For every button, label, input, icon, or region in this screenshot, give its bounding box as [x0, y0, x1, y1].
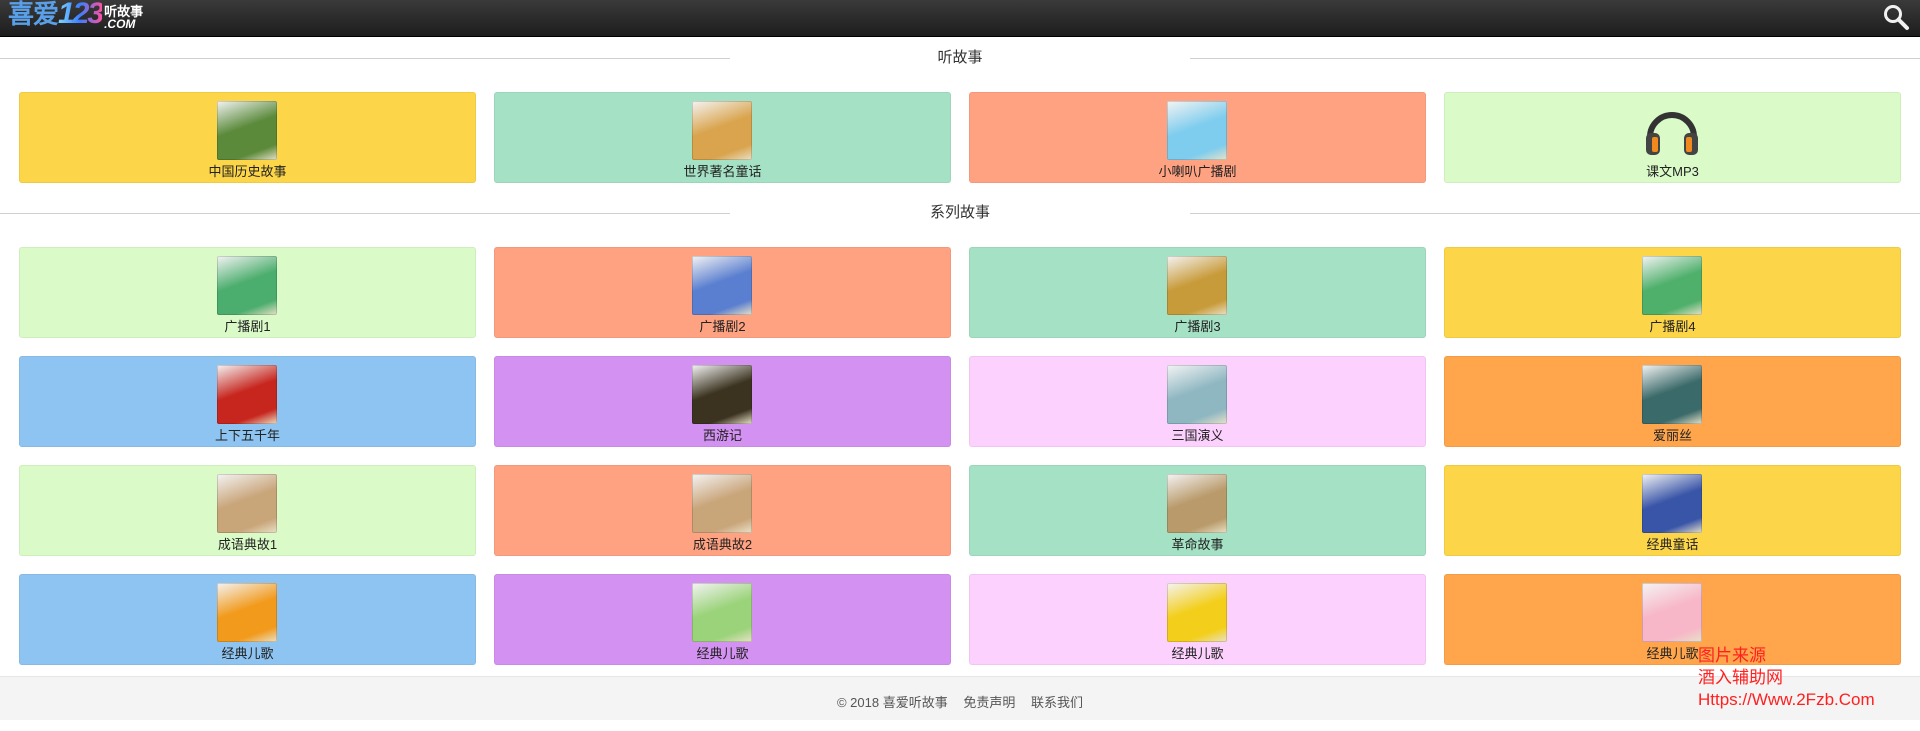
footer-contact-link[interactable]: 联系我们: [1031, 695, 1083, 710]
logo-sub-bottom: .COM: [104, 17, 136, 31]
category-card[interactable]: 经典童话: [1444, 465, 1901, 556]
site-logo[interactable]: 喜爱 123 听故事 .COM: [8, 0, 143, 31]
category-card[interactable]: 爱丽丝: [1444, 356, 1901, 447]
footer-disclaimer-link[interactable]: 免责声明: [963, 695, 1015, 710]
category-card-label: 经典童话: [1646, 537, 1699, 552]
cover-thumbnail-image: [217, 474, 277, 533]
cover-thumbnail-image: [217, 256, 277, 315]
divider-line: [1190, 213, 1920, 214]
watermark-text: 图片来源 酒入辅助网 Https://Www.2Fzb.Com: [1698, 645, 1875, 711]
cover-thumbnail-image: [1167, 365, 1227, 424]
category-card[interactable]: 经典儿歌: [19, 574, 476, 665]
logo-number-text: 123: [58, 0, 104, 31]
logo-cn-text: 喜爱: [8, 0, 59, 30]
category-card[interactable]: 经典儿歌: [969, 574, 1426, 665]
category-card-label: 课文MP3: [1646, 164, 1699, 179]
category-card-label: 中国历史故事: [208, 164, 287, 179]
category-card-label: 成语典故1: [217, 537, 278, 552]
category-card[interactable]: 经典儿歌: [494, 574, 951, 665]
cover-thumbnail-image: [692, 583, 752, 642]
category-card-label: 广播剧2: [699, 319, 746, 334]
footer-copyright: © 2018 喜爱听故事: [836, 695, 948, 710]
cover-thumbnail-image: [217, 365, 277, 424]
category-card[interactable]: 成语典故2: [494, 465, 951, 556]
divider-line: [0, 58, 730, 59]
category-card-label: 上下五千年: [214, 428, 280, 443]
cover-thumbnail-image: [692, 474, 752, 533]
category-card[interactable]: 广播剧4: [1444, 247, 1901, 338]
cover-thumbnail-image: [217, 101, 277, 160]
cover-thumbnail-image: [1167, 474, 1227, 533]
category-card-label: 经典儿歌: [1171, 646, 1224, 661]
cover-thumbnail-image: [1642, 256, 1702, 315]
category-card[interactable]: 西游记: [494, 356, 951, 447]
watermark-line: 图片来源: [1698, 646, 1766, 665]
cover-thumbnail-image: [1167, 256, 1227, 315]
logo-subtext: 听故事 .COM: [104, 5, 143, 31]
category-card[interactable]: 广播剧2: [494, 247, 951, 338]
cover-thumbnail-image: [692, 365, 752, 424]
category-card-label: 成语典故2: [692, 537, 753, 552]
category-card[interactable]: 成语典故1: [19, 465, 476, 556]
category-card[interactable]: 广播剧3: [969, 247, 1426, 338]
cover-thumbnail-image: [1167, 101, 1227, 160]
category-card-label: 小喇叭广播剧: [1158, 164, 1237, 179]
section-title: 系列故事: [929, 204, 990, 221]
footer-links: © 2018 喜爱听故事 免责声明 联系我们: [0, 692, 1920, 711]
cover-thumbnail-image: [1642, 583, 1702, 642]
category-card[interactable]: 小喇叭广播剧: [969, 92, 1426, 183]
search-icon[interactable]: [1882, 3, 1910, 31]
section-header-series-stories: 系列故事: [0, 192, 1920, 221]
category-card-label: 广播剧3: [1174, 319, 1221, 334]
category-card[interactable]: 中国历史故事: [19, 92, 476, 183]
category-card[interactable]: 课文MP3: [1444, 92, 1901, 183]
category-card-label: 革命故事: [1171, 537, 1224, 552]
category-card-label: 世界著名童话: [683, 164, 762, 179]
watermark-line: 酒入辅助网: [1698, 668, 1783, 687]
category-card[interactable]: 广播剧1: [19, 247, 476, 338]
category-card-label: 广播剧4: [1649, 319, 1696, 334]
cover-thumbnail-image: [1167, 583, 1227, 642]
footer: © 2018 喜爱听故事 免责声明 联系我们: [0, 676, 1920, 720]
category-card-label: 爱丽丝: [1652, 428, 1692, 443]
cover-thumbnail-image: [1642, 474, 1702, 533]
watermark-line: Https://Www.2Fzb.Com: [1698, 690, 1875, 709]
divider-line: [0, 213, 730, 214]
category-card[interactable]: 革命故事: [969, 465, 1426, 556]
category-card-label: 经典儿歌: [696, 646, 749, 661]
section-header-listen-stories: 听故事: [0, 37, 1920, 66]
category-card-label: 广播剧1: [224, 319, 271, 334]
headphones-icon: [1642, 101, 1702, 160]
cover-thumbnail-image: [692, 256, 752, 315]
category-card-label: 西游记: [702, 428, 742, 443]
top-navbar: 喜爱 123 听故事 .COM: [0, 0, 1920, 37]
category-card-label: 三国演义: [1171, 428, 1224, 443]
section-title: 听故事: [937, 49, 983, 66]
cover-thumbnail-image: [1642, 365, 1702, 424]
category-card-label: 经典儿歌: [221, 646, 274, 661]
category-card[interactable]: 世界著名童话: [494, 92, 951, 183]
category-card[interactable]: 上下五千年: [19, 356, 476, 447]
divider-line: [1190, 58, 1920, 59]
category-card[interactable]: 三国演义: [969, 356, 1426, 447]
cover-thumbnail-image: [692, 101, 752, 160]
cover-thumbnail-image: [217, 583, 277, 642]
